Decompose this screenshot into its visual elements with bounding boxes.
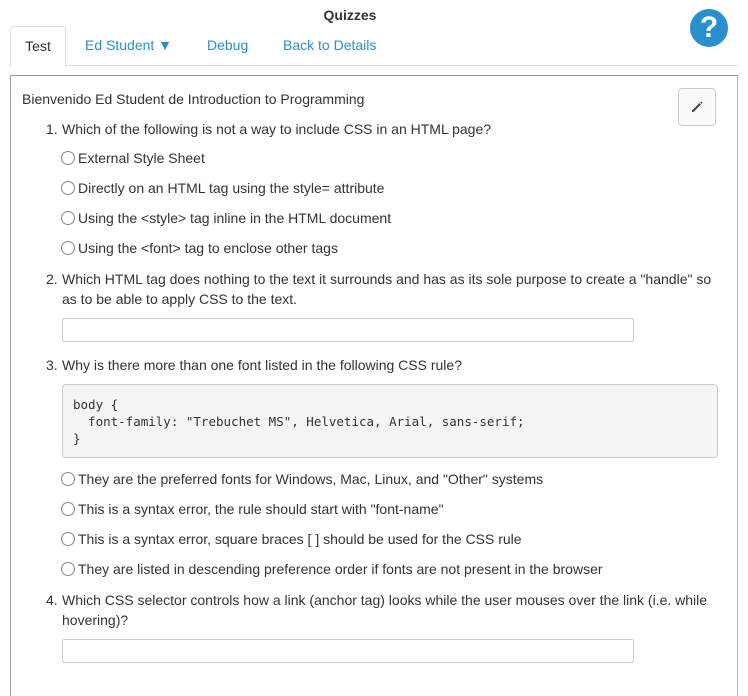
tab-test[interactable]: Test (10, 26, 66, 67)
question-text: Which HTML tag does nothing to the text … (62, 271, 712, 307)
tab-ed-student[interactable]: Ed Student ▼ (85, 26, 172, 64)
tab-back-to-details[interactable]: Back to Details (283, 26, 376, 64)
radio-button[interactable] (61, 532, 75, 546)
tab-bar: Test Ed Student ▼ Debug Back to Details (10, 25, 738, 67)
pencil-icon (692, 101, 703, 112)
question-1: 1. Which of the following is not a way t… (46, 119, 716, 139)
option-label: This is a syntax error, square braces [ … (78, 531, 522, 547)
radio-button[interactable] (61, 472, 75, 486)
question-text: Which CSS selector controls how a link (… (62, 592, 708, 628)
question-4: 4. Which CSS selector controls how a lin… (46, 590, 716, 630)
question-2: 2. Which HTML tag does nothing to the te… (46, 269, 716, 309)
radio-button[interactable] (61, 502, 75, 516)
question-number: 2. (46, 271, 58, 287)
radio-button[interactable] (61, 181, 75, 195)
option-label: Using the <font> tag to enclose other ta… (78, 240, 338, 256)
radio-button[interactable] (61, 211, 75, 225)
option-radio[interactable]: They are listed in descending preference… (61, 559, 603, 579)
code-block: body { font-family: "Trebuchet MS", Helv… (62, 384, 718, 458)
option-radio[interactable]: Directly on an HTML tag using the style=… (61, 178, 384, 198)
question-text: Which of the following is not a way to i… (62, 121, 492, 137)
option-radio[interactable]: This is a syntax error, square braces [ … (61, 529, 522, 549)
question-number: 4. (46, 592, 58, 608)
radio-button[interactable] (61, 241, 75, 255)
question-number: 1. (46, 121, 58, 137)
option-label: This is a syntax error, the rule should … (78, 501, 444, 517)
answer-input[interactable] (62, 639, 634, 663)
option-label: Directly on an HTML tag using the style=… (78, 180, 385, 196)
option-radio[interactable]: Using the <style> tag inline in the HTML… (61, 208, 391, 228)
question-text: Why is there more than one font listed i… (62, 357, 462, 373)
tab-debug[interactable]: Debug (207, 26, 248, 64)
question-number: 3. (46, 357, 58, 373)
option-radio[interactable]: They are the preferred fonts for Windows… (61, 469, 543, 489)
welcome-text: Bienvenido Ed Student de Introduction to… (22, 91, 365, 107)
option-radio[interactable]: External Style Sheet (61, 148, 205, 168)
option-label: They are the preferred fonts for Windows… (78, 471, 544, 487)
radio-button[interactable] (61, 562, 75, 576)
radio-button[interactable] (61, 151, 75, 165)
option-label: Using the <style> tag inline in the HTML… (78, 210, 392, 226)
answer-input[interactable] (62, 318, 634, 342)
option-label: External Style Sheet (78, 150, 205, 166)
option-radio[interactable]: Using the <font> tag to enclose other ta… (61, 238, 338, 258)
option-radio[interactable]: This is a syntax error, the rule should … (61, 499, 444, 519)
question-3: 3. Why is there more than one font liste… (46, 355, 716, 375)
page-title: Quizzes (323, 7, 377, 23)
option-label: They are listed in descending preference… (78, 561, 603, 577)
